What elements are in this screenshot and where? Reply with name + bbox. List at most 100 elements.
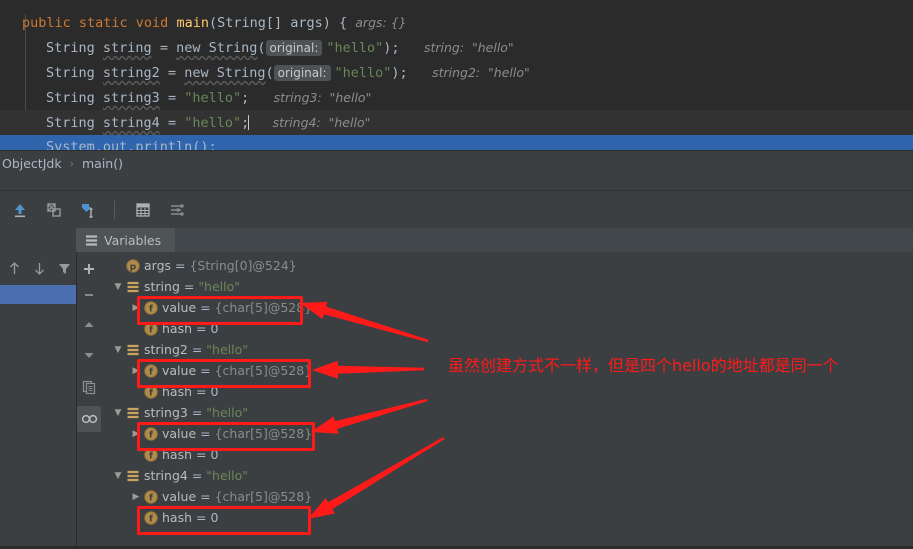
variable-row[interactable]: ▶ f value = {char[5]@528}	[101, 486, 913, 507]
code-line: String string2 = new String(original: "h…	[0, 60, 913, 85]
variable-value: "hello"	[198, 279, 241, 294]
code-line: System.out.println();	[0, 135, 913, 150]
add-watch-icon[interactable]	[77, 256, 101, 282]
code-token-pln: (	[265, 65, 274, 81]
collapse-twisty-icon[interactable]: ▼	[111, 402, 125, 423]
move-down-icon[interactable]	[77, 342, 101, 368]
variable-row[interactable]: ▶fhash = 0	[101, 318, 913, 339]
variable-row[interactable]: ▶ f value = {char[5]@528}	[101, 297, 913, 318]
variable-row[interactable]: ▼ string2 = "hello"	[101, 339, 913, 360]
collapse-twisty-icon[interactable]: ▼	[111, 276, 125, 297]
code-token-str: "hello"	[326, 40, 384, 56]
expand-twisty-icon[interactable]: ▶	[129, 423, 143, 444]
variable-equals: =	[196, 426, 215, 441]
code-token-chip: original:	[265, 40, 327, 56]
svg-text:f: f	[149, 367, 153, 377]
variable-value: 0	[210, 384, 219, 399]
code-token-pln: ;	[241, 90, 274, 106]
variable-value: {char[5]@528}	[214, 426, 313, 441]
svg-text:f: f	[149, 388, 153, 398]
variable-row[interactable]: ▶ f value = {char[5]@528}	[101, 423, 913, 444]
parameter-hint-chip: original:	[273, 65, 331, 81]
code-token-lvar: string4	[102, 115, 160, 131]
variable-value: 0	[210, 321, 219, 336]
expand-twisty-icon[interactable]: ▶	[129, 297, 143, 318]
tabstrip-background	[76, 228, 913, 252]
code-token-pln: =	[159, 115, 185, 131]
code-token-hint: string3: "hello"	[273, 90, 372, 105]
variable-row[interactable]: ▼ string3 = "hello"	[101, 402, 913, 423]
svg-text:f: f	[149, 304, 153, 314]
variable-value: "hello"	[206, 342, 248, 357]
field-icon: f	[143, 486, 159, 507]
variable-row[interactable]: ▶fhash = 0	[101, 507, 913, 528]
evaluate-expression-icon[interactable]	[129, 196, 157, 224]
settings-list-icon[interactable]	[163, 196, 191, 224]
variable-name: value	[162, 300, 197, 315]
svg-text:f: f	[149, 514, 153, 524]
svg-text:f: f	[149, 451, 153, 461]
code-token-pln: String	[46, 40, 103, 56]
code-token-hint: string2: "hello"	[432, 65, 530, 80]
variable-row[interactable]: ▶fhash = 0	[101, 444, 913, 465]
field-icon: f	[143, 360, 159, 381]
collapse-twisty-icon[interactable]: ▼	[111, 465, 125, 486]
field-icon: f	[143, 423, 159, 444]
inspect-icon[interactable]	[77, 406, 101, 432]
frames-panel[interactable]	[0, 252, 77, 546]
variable-equals: =	[187, 342, 207, 357]
field-icon: f	[143, 381, 159, 402]
code-token-pln: =	[151, 40, 177, 56]
code-token-pln: =	[159, 65, 185, 81]
variable-row[interactable]: ▶ f value = {char[5]@528}	[101, 360, 913, 381]
breadcrumb-item-class[interactable]: ObjectJdk	[0, 156, 64, 171]
code-token-pln: (	[257, 40, 266, 56]
code-line: String string4 = "hello"; string4: "hell…	[0, 110, 913, 135]
copy-icon[interactable]	[77, 374, 101, 400]
variables-tree[interactable]: ▶pargs = {String[0]@524}▼string = "hello…	[101, 252, 913, 546]
variable-equals: =	[192, 510, 211, 525]
code-token-pln: =	[159, 90, 185, 106]
variable-row[interactable]: ▶pargs = {String[0]@524}	[101, 255, 913, 276]
step-out-icon[interactable]	[6, 196, 34, 224]
field-icon: f	[143, 297, 159, 318]
code-token-lvar: new String	[184, 65, 266, 81]
code-token-pln: );	[383, 40, 424, 56]
variable-value: {char[5]@528}	[214, 489, 313, 504]
variable-equals: =	[192, 321, 211, 336]
variable-name: string3	[144, 405, 188, 420]
breadcrumb[interactable]: ObjectJdk › main()	[0, 150, 913, 175]
code-token-mth: main	[176, 15, 209, 31]
run-to-cursor-icon[interactable]	[74, 196, 102, 224]
code-token-lvar: string3	[102, 90, 160, 106]
breadcrumb-item-method[interactable]: main()	[80, 156, 125, 171]
variable-value: "hello"	[206, 468, 248, 483]
filter-icon[interactable]	[53, 258, 75, 280]
variable-name: value	[162, 489, 197, 504]
variable-row[interactable]: ▶fhash = 0	[101, 381, 913, 402]
variable-row[interactable]: ▼ string4 = "hello"	[101, 465, 913, 486]
code-token-pln: String	[46, 65, 103, 81]
variable-equals: =	[196, 363, 215, 378]
frame-down-icon[interactable]	[28, 258, 50, 280]
expand-twisty-icon[interactable]: ▶	[129, 486, 143, 507]
collapse-twisty-icon[interactable]: ▼	[111, 339, 125, 360]
variable-row[interactable]: ▼ string = "hello"	[101, 276, 913, 297]
variable-equals: =	[171, 258, 190, 273]
remove-watch-icon[interactable]	[77, 282, 101, 308]
tab-variables-label: Variables	[104, 232, 162, 248]
svg-text:f: f	[149, 325, 153, 335]
expand-twisty-icon[interactable]: ▶	[129, 360, 143, 381]
step-over-icon[interactable]	[40, 196, 68, 224]
field-icon: f	[143, 318, 159, 339]
move-up-icon[interactable]	[77, 312, 101, 338]
code-token-str: "hello"	[184, 90, 242, 106]
frame-up-icon[interactable]	[3, 258, 25, 280]
tab-variables[interactable]: Variables	[76, 228, 176, 252]
code-token-lvar: string2	[102, 65, 160, 81]
frame-list-item-selected[interactable]	[0, 285, 76, 304]
variable-value: "hello"	[206, 405, 248, 420]
variable-name: hash	[162, 447, 193, 462]
code-editor[interactable]: public static void main(String[] args) {…	[0, 0, 913, 150]
debug-toolbar	[0, 190, 913, 229]
